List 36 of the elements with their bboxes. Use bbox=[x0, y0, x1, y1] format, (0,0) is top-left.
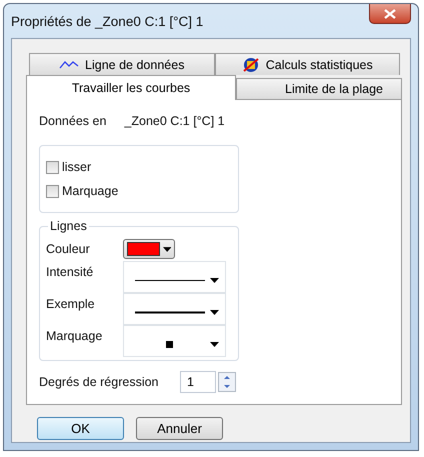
style-dropdown[interactable] bbox=[122, 325, 226, 357]
window-title: Propriétés de _Zone0 C:1 [°C] 1 bbox=[11, 14, 204, 29]
tab[interactable]: Calculs statistiques bbox=[214, 53, 400, 75]
tab[interactable]: Travailler les courbes bbox=[26, 75, 236, 100]
field-label: Couleur bbox=[46, 242, 91, 256]
field-label: Marquage bbox=[46, 328, 104, 343]
line-chart-icon bbox=[59, 60, 80, 69]
spinner[interactable] bbox=[218, 372, 236, 392]
checkbox-label: lisser bbox=[62, 160, 92, 174]
regression-input[interactable]: 1 bbox=[180, 371, 216, 393]
style-dropdown[interactable] bbox=[122, 293, 226, 325]
style-dropdown[interactable] bbox=[122, 261, 226, 293]
group-title: Lignes bbox=[48, 219, 89, 233]
caret-icon bbox=[210, 342, 219, 346]
field-label: Intensité bbox=[46, 264, 94, 279]
data-value: _Zone0 C:1 [°C] 1 bbox=[124, 114, 225, 128]
thick-line-icon bbox=[134, 310, 205, 314]
field-label: Degrés de régression bbox=[39, 375, 160, 389]
field-label: Exemple bbox=[46, 296, 96, 311]
calculator-icon bbox=[242, 56, 260, 72]
checkbox[interactable] bbox=[46, 160, 59, 174]
caret-icon bbox=[210, 310, 219, 314]
tab[interactable]: Ligne de données bbox=[29, 53, 214, 75]
close-button[interactable] bbox=[369, 4, 411, 24]
tab[interactable]: Limite de la plage bbox=[236, 78, 402, 99]
checkbox-label: Marquage bbox=[62, 184, 118, 198]
dialog-button[interactable]: OK bbox=[37, 417, 124, 440]
dialog-button[interactable]: Annuler bbox=[136, 417, 223, 440]
close-icon bbox=[384, 8, 396, 18]
checkbox[interactable] bbox=[46, 184, 59, 198]
caret-icon bbox=[210, 278, 219, 282]
caret-icon bbox=[162, 246, 171, 252]
color-picker[interactable] bbox=[123, 239, 175, 259]
thin-line-icon bbox=[134, 278, 205, 282]
square-marker-icon bbox=[166, 340, 174, 348]
data-label: Données en bbox=[39, 114, 106, 128]
